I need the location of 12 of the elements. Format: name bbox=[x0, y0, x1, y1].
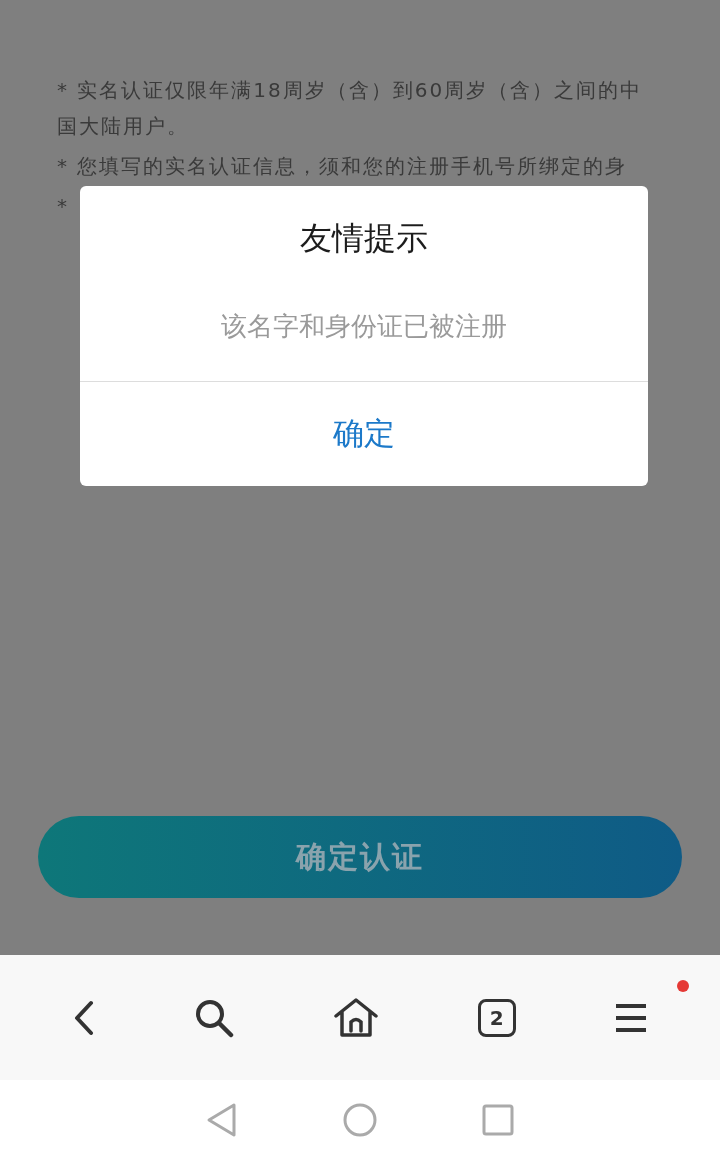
dialog-ok-button[interactable]: 确定 bbox=[80, 382, 648, 486]
tab-count-button[interactable]: 2 bbox=[477, 998, 516, 1037]
home-icon[interactable] bbox=[333, 996, 379, 1039]
notice-text: * 实名认证仅限年满18周岁（含）到60周岁（含）之间的中国大陆用户。 bbox=[57, 77, 644, 140]
menu-icon[interactable] bbox=[614, 1002, 647, 1033]
dialog-message: 该名字和身份证已被注册 bbox=[221, 310, 507, 343]
notice-text: * 您填写的实名认证信息，须和您的注册手机号所绑定的身 bbox=[57, 153, 628, 180]
back-icon[interactable] bbox=[73, 999, 96, 1036]
notice-text: * bbox=[57, 193, 69, 220]
confirm-verification-button[interactable]: 确定认证 bbox=[38, 816, 682, 898]
search-icon[interactable] bbox=[194, 997, 235, 1038]
dialog-title: 友情提示 bbox=[300, 218, 428, 259]
